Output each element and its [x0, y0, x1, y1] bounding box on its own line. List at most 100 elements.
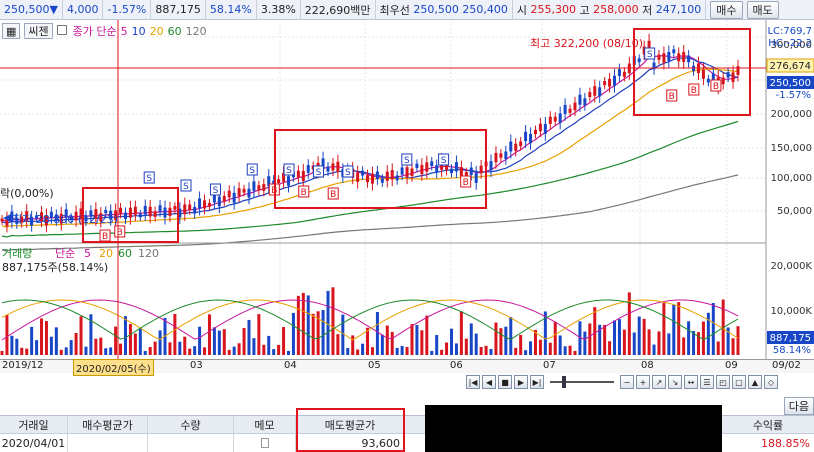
volume-bar	[40, 318, 44, 355]
candle-body	[489, 161, 493, 171]
quote-bar: 250,500 ▼ 4,000 -1.57% 887,175 58.14% 3.…	[0, 0, 814, 20]
candle-body	[148, 206, 152, 217]
signal-mark: B	[330, 190, 336, 200]
volume-bar	[529, 341, 533, 355]
sell-order-button[interactable]: 매도	[746, 0, 779, 19]
volume-bar	[494, 322, 498, 355]
zoom-slider[interactable]	[550, 376, 614, 388]
volume-bar	[331, 287, 335, 355]
tool-e-icon[interactable]: ◰	[716, 375, 730, 389]
volume-bar	[538, 339, 542, 355]
down-arrow-icon: ▼	[49, 3, 58, 16]
memo-icon[interactable]	[234, 434, 296, 452]
volume-bar	[440, 349, 444, 355]
price-tick-200000: 200,000	[771, 109, 812, 120]
candle-body	[370, 173, 374, 184]
candle-body	[573, 102, 577, 111]
date-label-0902: 09/02	[772, 360, 801, 371]
volume-bar	[311, 313, 315, 355]
tool-h-icon[interactable]: ◇	[764, 375, 778, 389]
volume-bar	[711, 302, 715, 355]
candle-body	[637, 58, 641, 63]
volume-bar	[385, 325, 389, 355]
candle-body	[395, 175, 399, 181]
volume-bar	[35, 340, 39, 355]
candle-body	[701, 69, 705, 79]
volume-bar	[692, 331, 696, 355]
signal-mark: S	[183, 182, 189, 192]
candle-body	[119, 207, 123, 214]
volume-bar	[410, 324, 414, 355]
candle-body	[133, 206, 137, 215]
signal-mark: B	[301, 188, 307, 198]
volume-bar	[469, 323, 473, 355]
volume-bar	[736, 326, 740, 355]
candle-body	[608, 78, 612, 87]
change-amount: 4,000	[63, 0, 104, 20]
volume-bar	[99, 337, 103, 355]
header-buy-avg: 매수평균가	[68, 416, 148, 433]
zoom-out-icon[interactable]: −	[620, 375, 634, 389]
volume-bar	[504, 326, 508, 355]
buy-order-button[interactable]: 매수	[710, 0, 743, 19]
price-tick-50000: 50,000	[777, 206, 812, 217]
candle-body	[247, 188, 251, 198]
volume-bar	[420, 330, 424, 355]
tool-d-icon[interactable]: ☰	[700, 375, 714, 389]
volume-bar	[84, 346, 88, 355]
volume-bar	[632, 332, 636, 355]
zoom-in-icon[interactable]: +	[636, 375, 650, 389]
volume-bar	[613, 320, 617, 355]
trading-amount: 222,690백만	[301, 0, 376, 20]
candle-body	[198, 198, 202, 209]
stop-icon[interactable]: ■	[498, 375, 512, 389]
vol-ma-20: 20	[99, 247, 113, 260]
date-label-06: 06	[450, 360, 463, 371]
volume-bar	[524, 350, 528, 355]
low-price: 247,100	[655, 3, 702, 16]
volume-bar	[5, 315, 9, 355]
volume-bar	[356, 349, 360, 355]
price-tick-150000: 150,000	[771, 143, 812, 154]
hc-label: HC:-22,2	[768, 38, 812, 49]
tool-f-icon[interactable]: ▢	[732, 375, 746, 389]
candle-body	[390, 170, 394, 180]
tool-c-icon[interactable]: ↔	[684, 375, 698, 389]
candle-body	[494, 152, 498, 163]
volume-bar	[672, 304, 676, 355]
volume-bar	[20, 347, 24, 355]
ma10-line	[1, 57, 739, 224]
candle-body	[306, 165, 310, 173]
first-icon[interactable]: |◀	[466, 375, 480, 389]
signal-mark: B	[713, 82, 719, 92]
candle-body	[593, 86, 597, 96]
date-label-07: 07	[543, 360, 556, 371]
candle-body	[509, 141, 513, 152]
volume-bar	[79, 316, 83, 355]
next-icon[interactable]: ▶	[514, 375, 528, 389]
volume-bar	[425, 315, 429, 355]
header-date: 거래일	[0, 416, 68, 433]
volume-bar	[114, 326, 118, 355]
vol-ma-60: 60	[118, 247, 132, 260]
volume-bar	[272, 349, 276, 355]
tool-b-icon[interactable]: ↘	[668, 375, 682, 389]
next-button[interactable]: 다음	[783, 397, 814, 415]
last-icon[interactable]: ▶|	[530, 375, 544, 389]
prev-icon[interactable]: ◀	[482, 375, 496, 389]
candle-body	[237, 188, 241, 197]
volume-bar	[593, 307, 597, 355]
candle-body	[667, 51, 671, 61]
volume-bar	[158, 330, 162, 355]
candle-body	[415, 163, 419, 169]
tool-g-icon[interactable]: ▲	[748, 375, 762, 389]
volume-bar	[193, 346, 197, 355]
current-rate-tag: -1.57%	[776, 90, 811, 101]
candle-body	[168, 207, 172, 216]
open-price: 255,300	[530, 3, 577, 16]
candle-body	[588, 92, 592, 98]
tool-a-icon[interactable]: ↗	[652, 375, 666, 389]
stock-chart[interactable]: B BSS SSBSBSBSS SBSBB B 300,000 200,000 150,…	[0, 20, 814, 359]
candle-body	[207, 202, 211, 207]
volume-bar	[227, 349, 231, 355]
